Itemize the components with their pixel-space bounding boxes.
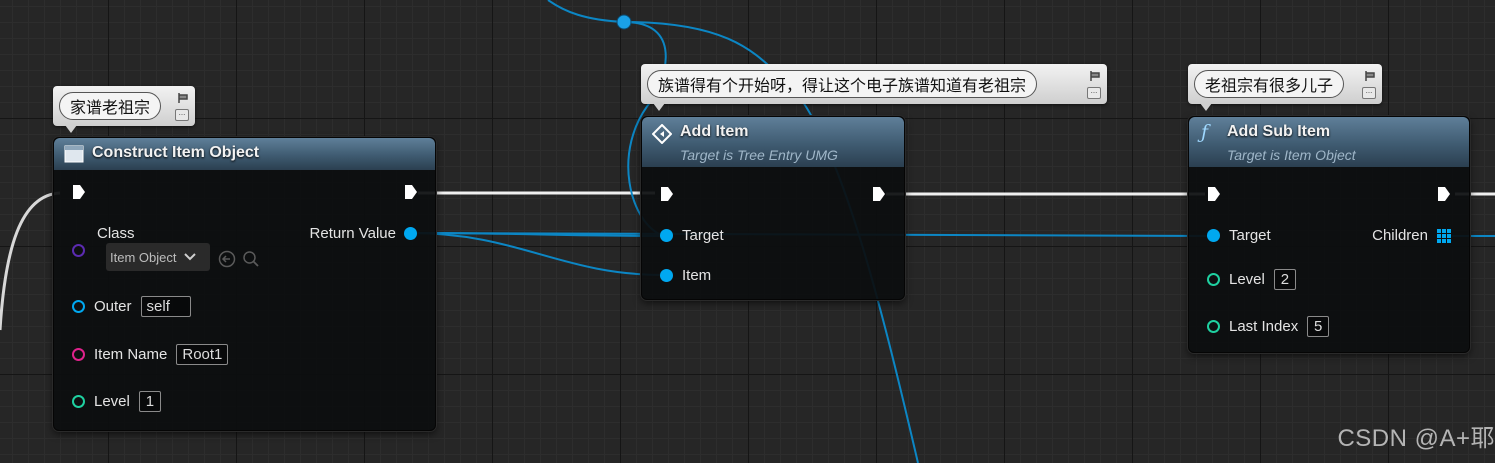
comment-text: 族谱得有个开始呀，得让这个电子族谱知道有老祖宗 (647, 70, 1038, 98)
comment-tail (653, 103, 665, 111)
return-value-pin-icon[interactable] (404, 227, 417, 240)
more-icon[interactable]: ... (175, 109, 189, 121)
item-name-pin[interactable]: Item Name Root1 (72, 344, 229, 365)
wire-return-to-item[interactable] (409, 232, 665, 276)
exec-input-pin[interactable] (660, 186, 674, 202)
outer-pin-icon[interactable] (72, 300, 85, 313)
comment-tail (1200, 103, 1212, 111)
node-title: Add Item (680, 123, 749, 140)
level-pin-icon[interactable] (1207, 273, 1220, 286)
class-pin[interactable] (72, 224, 85, 257)
last-index-input[interactable]: 5 (1307, 316, 1330, 337)
exec-output-pin[interactable] (404, 184, 418, 200)
comment-bubble-additem[interactable]: 族谱得有个开始呀，得让这个电子族谱知道有老祖宗 ... (641, 64, 1107, 111)
node-subtitle: Target is Item Object (1227, 147, 1356, 163)
node-add-item[interactable]: Add Item Target is Tree Entry UMG Target… (641, 116, 905, 300)
use-selected-asset-icon[interactable] (218, 250, 236, 268)
level-pin-icon[interactable] (72, 395, 85, 408)
pin-icon[interactable] (1364, 70, 1376, 82)
target-pin-icon[interactable] (660, 229, 673, 242)
chevron-down-icon (184, 253, 197, 261)
array-grid-icon[interactable] (1437, 228, 1451, 243)
class-label: Class (97, 225, 135, 242)
exec-output-pin[interactable] (1437, 186, 1451, 202)
level-pin[interactable]: Level 2 (1207, 269, 1296, 290)
pin-icon[interactable] (1089, 70, 1101, 82)
exec-wire-in[interactable] (0, 191, 61, 331)
level-label: Level (1229, 271, 1265, 288)
comment-text: 家谱老祖宗 (59, 92, 162, 120)
class-dropdown-value: Item Object (110, 249, 177, 265)
class-pin-icon[interactable] (72, 244, 85, 257)
function-icon: ƒ (1201, 121, 1209, 143)
node-subtitle: Target is Tree Entry UMG (680, 147, 838, 163)
item-pin-icon[interactable] (660, 269, 673, 282)
target-label: Target (682, 227, 724, 244)
more-icon[interactable]: ... (1362, 87, 1376, 99)
return-value-pin[interactable]: Return Value (310, 225, 417, 242)
target-label: Target (1229, 227, 1271, 244)
construct-object-icon (64, 145, 84, 163)
node-construct-item-object[interactable]: Construct Item Object Class Item Object … (53, 137, 436, 431)
children-pin[interactable]: Children (1372, 227, 1451, 244)
last-index-label: Last Index (1229, 318, 1299, 335)
node-title: Construct Item Object (92, 144, 260, 161)
node-header[interactable]: Add Item Target is Tree Entry UMG (642, 117, 904, 167)
exec-input-pin[interactable] (1207, 186, 1221, 202)
event-diamond-icon (652, 124, 672, 144)
level-input[interactable]: 2 (1273, 269, 1296, 290)
outer-label: Outer (94, 298, 132, 315)
exec-input-pin[interactable] (72, 184, 86, 200)
reroute-node[interactable] (616, 14, 632, 30)
level-input[interactable]: 1 (138, 391, 161, 412)
comment-bubble-addsubitem[interactable]: 老祖宗有很多儿子 ... (1188, 64, 1382, 111)
node-add-sub-item[interactable]: ƒ Add Sub Item Target is Item Object Tar… (1188, 116, 1470, 353)
level-label: Level (94, 393, 130, 410)
more-icon[interactable]: ... (1087, 87, 1101, 99)
comment-bubble-root[interactable]: 家谱老祖宗 ... (53, 86, 195, 133)
item-name-input[interactable]: Root1 (176, 344, 229, 365)
class-dropdown[interactable]: Item Object (106, 243, 210, 271)
outer-input[interactable]: self (140, 296, 191, 317)
comment-text: 老祖宗有很多儿子 (1194, 70, 1345, 98)
return-value-label: Return Value (309, 225, 396, 242)
target-pin[interactable]: Target (1207, 227, 1271, 244)
item-name-label: Item Name (94, 346, 168, 363)
item-pin[interactable]: Item (660, 267, 711, 284)
last-index-pin[interactable]: Last Index 5 (1207, 316, 1330, 337)
node-header[interactable]: Construct Item Object (54, 138, 435, 170)
target-pin[interactable]: Target (660, 227, 724, 244)
watermark: CSDN @A+耶 (1337, 425, 1495, 452)
item-label: Item (682, 267, 712, 284)
last-index-pin-icon[interactable] (1207, 320, 1220, 333)
search-icon[interactable] (242, 250, 260, 268)
outer-pin[interactable]: Outer self (72, 296, 191, 317)
exec-output-pin[interactable] (872, 186, 886, 202)
comment-tail (65, 125, 77, 133)
pin-icon[interactable] (177, 92, 189, 104)
level-pin[interactable]: Level 1 (72, 391, 161, 412)
node-title: Add Sub Item (1227, 123, 1331, 140)
target-pin-icon[interactable] (1207, 229, 1220, 242)
node-header[interactable]: ƒ Add Sub Item Target is Item Object (1189, 117, 1469, 167)
wire-top-left[interactable] (547, 0, 625, 23)
children-label: Children (1372, 227, 1428, 244)
item-name-pin-icon[interactable] (72, 348, 85, 361)
